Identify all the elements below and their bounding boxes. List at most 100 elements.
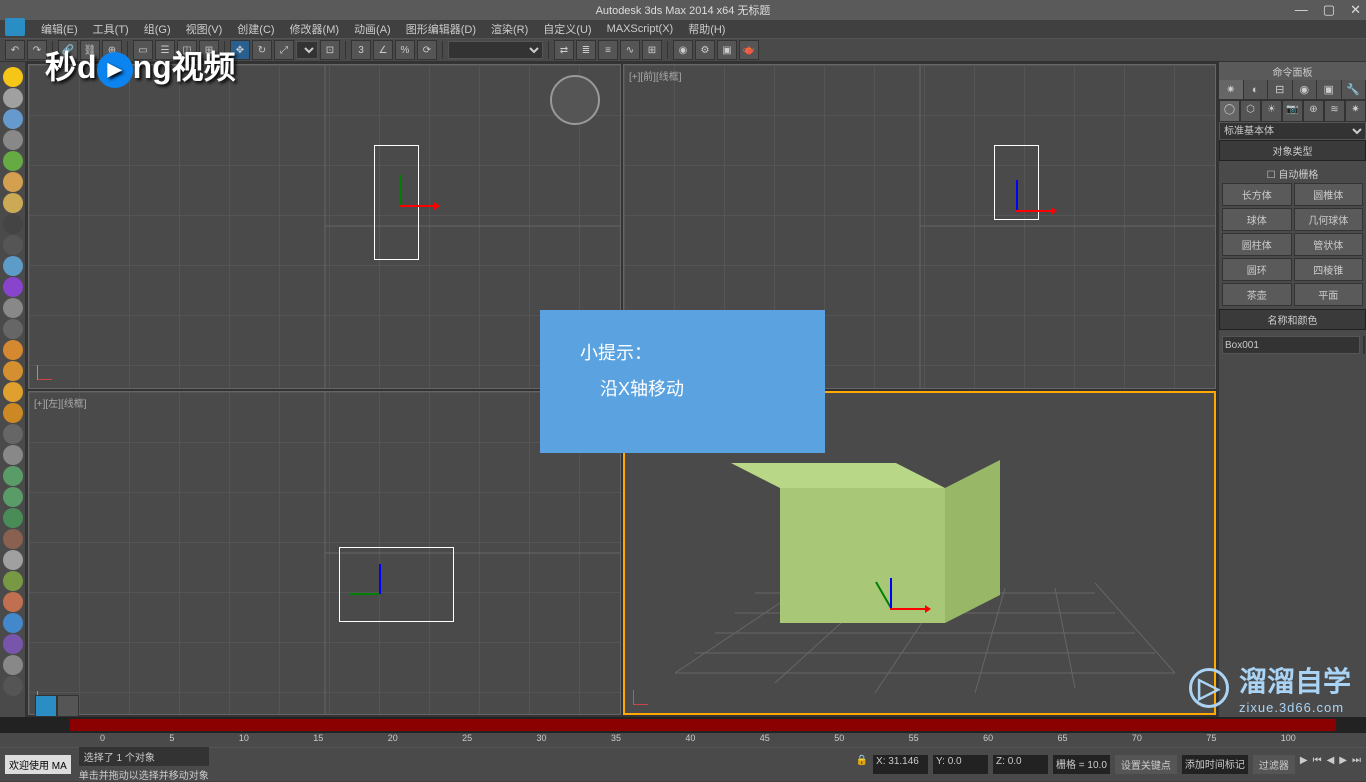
curve-editor-button[interactable]: ∿ xyxy=(620,40,640,60)
primitive-button[interactable]: 管状体 xyxy=(1294,233,1364,256)
primitive-button[interactable]: 茶壶 xyxy=(1222,283,1292,306)
tool-button[interactable] xyxy=(3,214,23,234)
tool-button[interactable] xyxy=(3,382,23,402)
primitive-button[interactable]: 圆环 xyxy=(1222,258,1292,281)
primitive-button[interactable]: 长方体 xyxy=(1222,183,1292,206)
tool-button[interactable] xyxy=(3,466,23,486)
motion-tab[interactable]: ◉ xyxy=(1293,80,1318,99)
select-button[interactable]: ▭ xyxy=(133,40,153,60)
viewport-top[interactable]: [+][顶][线框] xyxy=(28,64,621,389)
menu-item[interactable]: 帮助(H) xyxy=(682,21,731,37)
create-tab[interactable]: ✷ xyxy=(1219,80,1244,99)
primitive-button[interactable]: 圆椎体 xyxy=(1294,183,1364,206)
tool-button[interactable] xyxy=(3,235,23,255)
link-button[interactable]: 🔗 xyxy=(58,40,78,60)
unlink-button[interactable]: ⛓ xyxy=(80,40,100,60)
align-button[interactable]: ≣ xyxy=(576,40,596,60)
tool-button[interactable] xyxy=(3,319,23,339)
tool-button[interactable] xyxy=(3,676,23,696)
primitive-button[interactable]: 几何球体 xyxy=(1294,208,1364,231)
tool-button[interactable] xyxy=(3,655,23,675)
tool-button[interactable] xyxy=(3,109,23,129)
lights-category[interactable]: ☀ xyxy=(1261,100,1282,122)
timeline[interactable]: 20 / 100 xyxy=(0,717,1366,733)
tool-button[interactable] xyxy=(3,403,23,423)
tool-button[interactable] xyxy=(3,172,23,192)
redo-button[interactable]: ↷ xyxy=(27,40,47,60)
helpers-category[interactable]: ⊕ xyxy=(1303,100,1324,122)
named-selection-dropdown[interactable]: 创建选择集 xyxy=(448,41,543,59)
app-icon[interactable] xyxy=(5,18,25,36)
viewport-left[interactable]: [+][左][线框] xyxy=(28,391,621,716)
tool-button[interactable] xyxy=(3,151,23,171)
object-type-rollout[interactable]: 对象类型 xyxy=(1219,140,1366,161)
render-button[interactable]: 🫖 xyxy=(739,40,759,60)
tool-button[interactable] xyxy=(3,67,23,87)
mirror-button[interactable]: ⇄ xyxy=(554,40,574,60)
tool-button[interactable] xyxy=(3,613,23,633)
tool-button[interactable] xyxy=(3,424,23,444)
color-swatch[interactable] xyxy=(1363,336,1365,354)
undo-button[interactable]: ↶ xyxy=(5,40,25,60)
menu-item[interactable]: 创建(C) xyxy=(231,21,280,37)
viewcube[interactable] xyxy=(550,75,600,125)
move-button[interactable]: ✥ xyxy=(230,40,250,60)
percent-snap-button[interactable]: % xyxy=(395,40,415,60)
maximize-button[interactable]: ▢ xyxy=(1323,2,1335,18)
display-tab[interactable]: ▣ xyxy=(1317,80,1342,99)
tool-button[interactable] xyxy=(3,298,23,318)
tool-button[interactable] xyxy=(3,130,23,150)
tool-button[interactable] xyxy=(3,550,23,570)
menu-item[interactable]: MAXScript(X) xyxy=(601,23,680,35)
shapes-category[interactable]: ⬡ xyxy=(1240,100,1261,122)
bind-button[interactable]: ⊕ xyxy=(102,40,122,60)
tool-button[interactable] xyxy=(3,487,23,507)
menu-item[interactable]: 渲染(R) xyxy=(485,21,534,37)
close-button[interactable]: ✕ xyxy=(1350,2,1361,18)
primitive-button[interactable]: 平面 xyxy=(1294,283,1364,306)
menu-item[interactable]: 组(G) xyxy=(138,21,177,37)
pivot-button[interactable]: ⊡ xyxy=(320,40,340,60)
material-button[interactable]: ◉ xyxy=(673,40,693,60)
tool-button[interactable] xyxy=(3,340,23,360)
auto-grid-checkbox[interactable]: ☐ 自动栅格 xyxy=(1222,164,1363,183)
time-slider-track[interactable] xyxy=(70,719,1336,731)
tool-button[interactable] xyxy=(3,592,23,612)
render-setup-button[interactable]: ⚙ xyxy=(695,40,715,60)
window-crossing-button[interactable]: ⊞ xyxy=(199,40,219,60)
select-name-button[interactable]: ☰ xyxy=(155,40,175,60)
modify-tab[interactable]: ◐ xyxy=(1244,80,1269,99)
object-name-input[interactable] xyxy=(1222,336,1360,354)
angle-snap-button[interactable]: ∠ xyxy=(373,40,393,60)
menu-item[interactable]: 视图(V) xyxy=(180,21,229,37)
layout-single[interactable] xyxy=(57,695,79,717)
menu-item[interactable]: 工具(T) xyxy=(87,21,135,37)
menu-item[interactable]: 修改器(M) xyxy=(284,21,346,37)
select-region-button[interactable]: ◫ xyxy=(177,40,197,60)
primitive-button[interactable]: 圆柱体 xyxy=(1222,233,1292,256)
tool-button[interactable] xyxy=(3,529,23,549)
subtype-dropdown[interactable]: 标准基本体 xyxy=(1219,122,1366,140)
minimize-button[interactable]: — xyxy=(1295,2,1308,18)
tool-button[interactable] xyxy=(3,508,23,528)
spinner-snap-button[interactable]: ⟳ xyxy=(417,40,437,60)
tool-button[interactable] xyxy=(3,193,23,213)
menu-item[interactable]: 图形编辑器(D) xyxy=(400,21,482,37)
menu-item[interactable]: 自定义(U) xyxy=(537,21,597,37)
systems-category[interactable]: ✷ xyxy=(1345,100,1366,122)
tool-button[interactable] xyxy=(3,361,23,381)
tool-button[interactable] xyxy=(3,256,23,276)
tool-button[interactable] xyxy=(3,277,23,297)
ref-coord-dropdown[interactable]: 视图 xyxy=(296,41,318,59)
layers-button[interactable]: ≡ xyxy=(598,40,618,60)
menu-item[interactable]: 动画(A) xyxy=(348,21,397,37)
utilities-tab[interactable]: 🔧 xyxy=(1342,80,1366,99)
menu-item[interactable]: 编辑(E) xyxy=(35,21,84,37)
primitive-button[interactable]: 四棱锥 xyxy=(1294,258,1364,281)
scale-button[interactable]: ⤢ xyxy=(274,40,294,60)
tool-button[interactable] xyxy=(3,634,23,654)
spacewarps-category[interactable]: ≋ xyxy=(1324,100,1345,122)
primitive-button[interactable]: 球体 xyxy=(1222,208,1292,231)
snap-button[interactable]: 3 xyxy=(351,40,371,60)
tool-button[interactable] xyxy=(3,88,23,108)
